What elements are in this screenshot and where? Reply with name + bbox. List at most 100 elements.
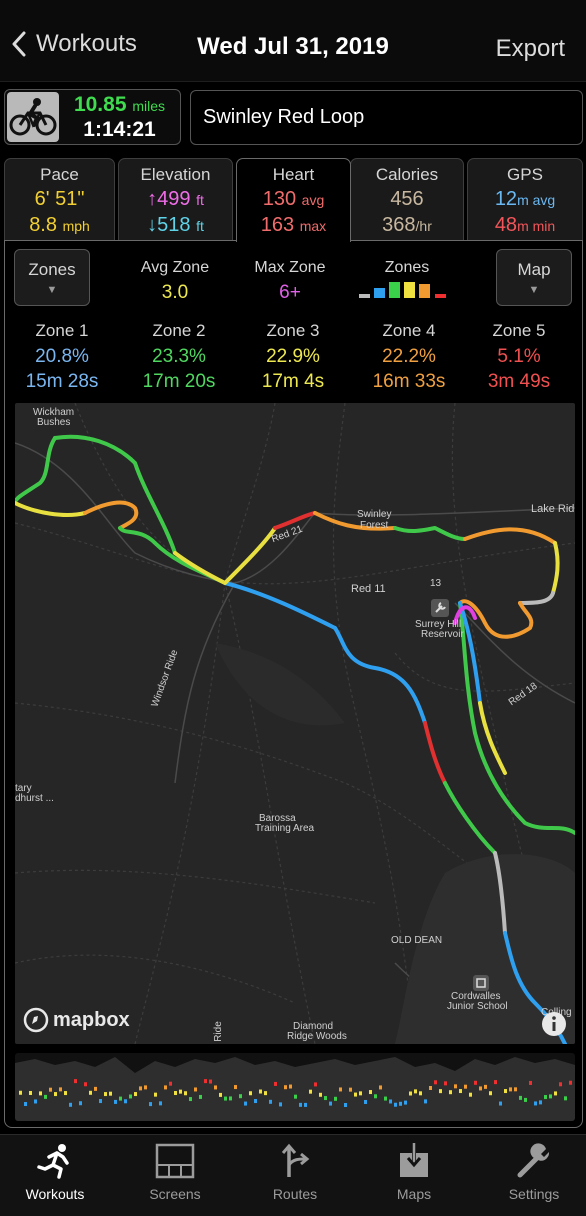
bottom-tab-bar: Workouts Screens Routes Maps Settings [0, 1134, 586, 1216]
heart-rate-mark [29, 1090, 32, 1095]
heart-rate-mark [64, 1091, 67, 1096]
heart-rate-mark [259, 1089, 262, 1094]
heart-rate-mark [384, 1096, 387, 1101]
heart-rate-mark [499, 1101, 502, 1106]
heart-rate-mark [534, 1101, 537, 1106]
heart-rate-mark [289, 1084, 292, 1089]
zones-legend: Zones [355, 259, 459, 311]
heart-rate-mark [214, 1085, 217, 1090]
map-label: 13 [430, 578, 442, 589]
heart-rate-mark [314, 1082, 317, 1087]
heart-rate-mark [439, 1089, 442, 1094]
back-button[interactable]: Workouts [10, 30, 137, 58]
heart-rate-mark [44, 1094, 47, 1099]
zone-5: Zone 5 5.1% 3m 49s [487, 321, 551, 392]
zone-1: Zone 1 20.8% 15m 28s [25, 321, 99, 392]
heart-rate-mark [449, 1090, 452, 1095]
tab-screens[interactable]: Screens [125, 1143, 225, 1202]
zone-2: Zone 2 23.3% 17m 20s [142, 321, 216, 392]
heart-rate-strip[interactable] [15, 1053, 575, 1121]
heart-rate-mark [519, 1095, 522, 1100]
heart-rate-mark [524, 1097, 527, 1102]
heart-rate-mark [554, 1091, 557, 1096]
screens-icon [155, 1143, 195, 1179]
tab-routes[interactable]: Routes [245, 1143, 345, 1202]
heart-rate-mark [424, 1099, 427, 1104]
mapbox-logo[interactable]: mapbox [23, 1007, 130, 1033]
heart-rate-mark [359, 1091, 362, 1096]
map-label: Junior School [447, 1001, 508, 1012]
tab-settings[interactable]: Settings [484, 1143, 584, 1202]
map-label: Ride [212, 1021, 224, 1042]
tab-workouts[interactable]: Workouts [5, 1143, 105, 1202]
map-label: Swinley [357, 509, 392, 520]
cycling-icon [7, 92, 59, 142]
heart-rate-mark [409, 1091, 412, 1096]
distance-value: 10.85 miles [73, 92, 166, 116]
heart-rate-mark [334, 1096, 337, 1101]
heart-rate-mark [559, 1082, 562, 1087]
heart-rate-strip-chart [15, 1057, 575, 1121]
tab-gps[interactable]: GPS 12m avg 48m min [467, 158, 583, 240]
tab-maps[interactable]: Maps [364, 1143, 464, 1202]
wrench-icon [517, 1143, 550, 1178]
zones-button[interactable]: Zones ▼ [14, 249, 90, 306]
heart-rate-mark [379, 1085, 382, 1090]
heart-rate-mark [464, 1084, 467, 1089]
workout-name-field[interactable]: Swinley Red Loop [190, 90, 583, 145]
heart-rate-mark [249, 1091, 252, 1096]
chevron-down-icon: ▼ [528, 284, 540, 296]
tab-heart[interactable]: Heart 130 avg 163 max [236, 158, 351, 242]
heart-rate-mark [529, 1080, 532, 1085]
heart-rate-mark [104, 1092, 107, 1097]
heart-rate-mark [294, 1094, 297, 1099]
info-icon[interactable] [541, 1011, 567, 1037]
heart-rate-mark [329, 1101, 332, 1106]
runner-icon [37, 1144, 69, 1179]
navigation-bar: Workouts Wed Jul 31, 2019 Export [0, 0, 586, 82]
heart-rate-mark [444, 1081, 447, 1086]
heart-rate-mark [394, 1102, 397, 1107]
heart-rate-mark [124, 1099, 127, 1104]
workout-summary[interactable]: 10.85 miles 1:14:21 [4, 89, 181, 145]
heart-rate-mark [239, 1094, 242, 1099]
heart-rate-mark [119, 1096, 122, 1101]
heart-rate-mark [234, 1085, 237, 1090]
map-label: Training Area [255, 823, 315, 834]
avg-zone: Avg Zone 3.0 [140, 259, 210, 303]
heart-rate-mark [509, 1087, 512, 1092]
tab-pace[interactable]: Pace 6' 51" 8.8 mph [4, 158, 115, 240]
max-zone: Max Zone 6+ [254, 259, 326, 303]
tab-elevation[interactable]: Elevation ↑499 ft ↓518 ft [118, 158, 233, 240]
zones-legend-bars-icon [359, 282, 446, 298]
heart-rate-mark [94, 1086, 97, 1091]
heart-rate-mark [299, 1102, 302, 1107]
heart-rate-mark [169, 1081, 172, 1086]
heart-rate-mark [454, 1084, 457, 1089]
heart-rate-mark [154, 1092, 157, 1097]
heart-rate-mark [174, 1091, 177, 1096]
zone-4: Zone 4 22.2% 16m 33s [372, 321, 446, 392]
map-button[interactable]: Map ▼ [496, 249, 572, 306]
heart-rate-mark [109, 1091, 112, 1096]
map-label: Bushes [37, 417, 71, 428]
heart-rate-mark [434, 1080, 437, 1085]
heart-rate-mark [49, 1087, 52, 1092]
heart-rate-mark [374, 1094, 377, 1099]
tab-calories[interactable]: Calories 456 368/hr [350, 158, 464, 240]
heart-rate-mark [194, 1087, 197, 1092]
heart-rate-mark [404, 1100, 407, 1105]
heart-rate-mark [139, 1086, 142, 1091]
route-map[interactable]: Wickham Bushes Swinley Forest Lake Rid R… [15, 403, 575, 1044]
zone-3: Zone 3 22.9% 17m 4s [261, 321, 325, 392]
export-button[interactable]: Export [496, 35, 565, 63]
heart-rate-mark [24, 1102, 27, 1107]
heart-rate-mark [539, 1100, 542, 1105]
heart-rate-mark [304, 1102, 307, 1107]
heart-rate-mark [474, 1080, 477, 1085]
heart-rate-mark [364, 1099, 367, 1104]
heart-rate-mark [69, 1102, 72, 1107]
heart-rate-mark [369, 1090, 372, 1095]
heart-rate-mark [159, 1101, 162, 1106]
heart-panel: Zones ▼ Avg Zone 3.0 Max Zone 6+ Zones M… [4, 240, 583, 1128]
